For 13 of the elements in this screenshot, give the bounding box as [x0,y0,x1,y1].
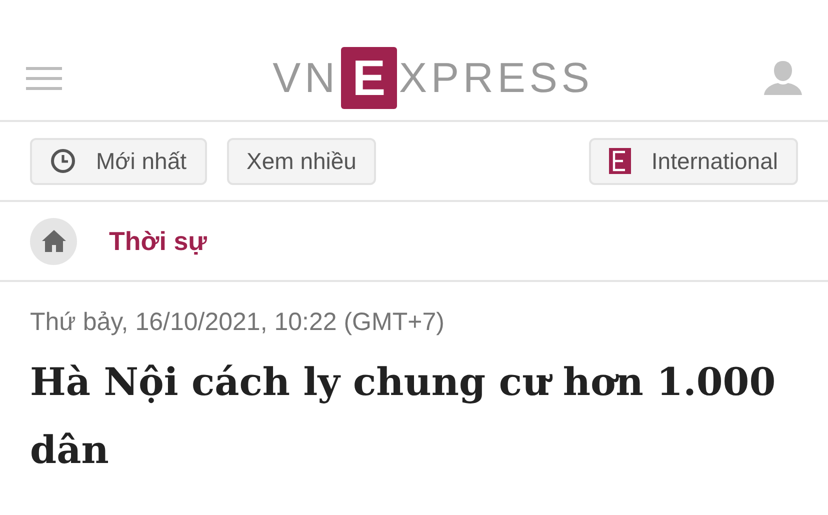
article-date: Thứ bảy, 16/10/2021, 10:22 (GMT+7) [30,307,446,338]
edition-logo-icon [609,148,632,174]
home-icon [42,230,66,252]
clock-icon [50,148,76,174]
menu-icon[interactable] [26,66,62,90]
site-logo[interactable]: VN E XPRESS [272,47,594,109]
home-button[interactable] [30,218,77,264]
article-headline: Hà Nội cách ly chung cư hơn 1.000 dân [30,358,777,474]
edition-button[interactable]: International [589,138,798,184]
category-link[interactable]: Thời sự [109,222,207,260]
nav-button[interactable]: Mới nhất [30,138,207,184]
user-icon[interactable] [764,61,802,95]
nav-button[interactable]: Xem nhiều [226,138,376,184]
